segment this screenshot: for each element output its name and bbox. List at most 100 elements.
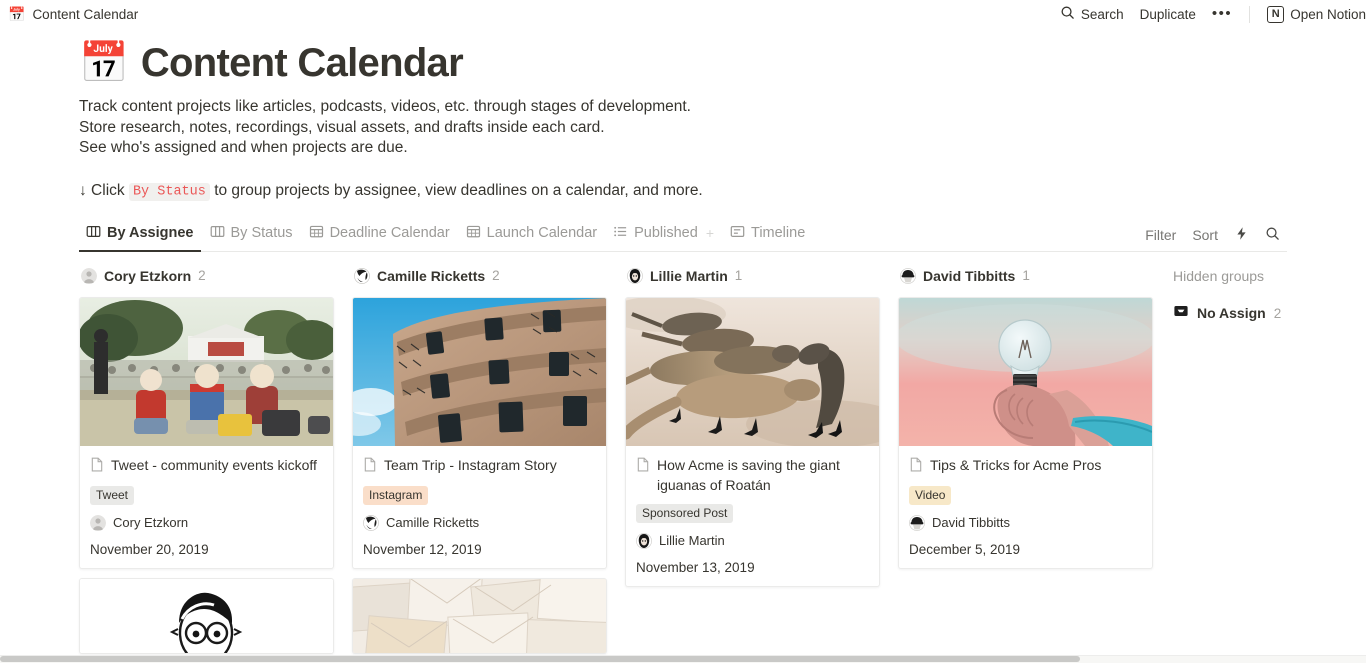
card-body: Tips & Tricks for Acme Pros Video David … xyxy=(899,446,1152,568)
board-card[interactable]: How Acme is saving the giant iguanas of … xyxy=(625,296,880,587)
tab-published-label: Published xyxy=(634,225,698,241)
card-date: November 20, 2019 xyxy=(90,541,209,557)
page-content: 📅 Content Calendar Track content project… xyxy=(0,28,1366,663)
top-bar: 📅 Content Calendar Search Duplicate ••• … xyxy=(0,0,1366,28)
lightning-icon xyxy=(1234,226,1249,244)
description-line-2: Store research, notes, recordings, visua… xyxy=(79,118,605,136)
board-card[interactable] xyxy=(352,577,607,654)
hidden-groups-panel: Hidden groups No Assign 2 xyxy=(1171,262,1351,328)
card-title: Tips & Tricks for Acme Pros xyxy=(930,456,1102,473)
card-assignee-name: David Tibbitts xyxy=(932,515,1011,530)
notion-logo-icon: N xyxy=(1267,5,1285,23)
board-column-lillie-martin: Lillie Martin 1 How Acme is saving the g… xyxy=(625,262,880,596)
tab-by-status[interactable]: By Status xyxy=(203,220,300,251)
avatar xyxy=(627,267,643,284)
open-notion-button[interactable]: N Open Notion xyxy=(1259,3,1366,26)
card-assignee-name: Lillie Martin xyxy=(659,533,725,548)
page-emoji-icon[interactable]: 📅 xyxy=(79,40,129,86)
avatar xyxy=(90,514,106,531)
search-icon xyxy=(1265,226,1280,244)
search-icon xyxy=(1060,5,1075,23)
duplicate-button-label: Duplicate xyxy=(1139,6,1196,22)
top-bar-title: Content Calendar xyxy=(32,6,139,22)
tab-launch-calendar[interactable]: Launch Calendar xyxy=(459,220,604,251)
board-card[interactable] xyxy=(79,577,334,654)
more-horizontal-icon: ••• xyxy=(1211,5,1233,22)
card-tag: Instagram xyxy=(363,485,429,505)
card-title: Team Trip - Instagram Story xyxy=(384,456,557,473)
view-controls: Filter Sort xyxy=(1138,223,1287,247)
tab-deadline-calendar[interactable]: Deadline Calendar xyxy=(302,220,457,251)
card-title-row: Tweet - community events kickoff xyxy=(90,455,323,477)
column-header[interactable]: Lillie Martin 1 xyxy=(625,262,880,290)
inbox-icon xyxy=(1173,303,1189,324)
board-search-button[interactable] xyxy=(1258,223,1287,247)
cartoon-face-illustration xyxy=(80,578,333,653)
document-icon xyxy=(636,457,650,477)
open-notion-label: Open Notion xyxy=(1290,6,1366,22)
timeline-icon xyxy=(730,224,745,243)
filter-button-label: Filter xyxy=(1145,226,1177,243)
card-assignee-name: Cory Etzkorn xyxy=(113,515,189,530)
avatar xyxy=(636,532,652,549)
card-assignee: Lillie Martin xyxy=(636,532,869,549)
duplicate-button[interactable]: Duplicate xyxy=(1132,4,1204,25)
automations-button[interactable] xyxy=(1227,223,1256,247)
calendar-emoji-icon: 📅 xyxy=(8,6,26,22)
board-column-cory-etzkorn: Cory Etzkorn 2 Tweet - community events … xyxy=(79,262,334,663)
card-assignee: Cory Etzkorn xyxy=(90,514,323,531)
card-tag: Sponsored Post xyxy=(636,503,734,523)
search-button-label: Search xyxy=(1080,6,1124,22)
page-header: 📅 Content Calendar xyxy=(79,40,1366,86)
hint-suffix: to group projects by assignee, view dead… xyxy=(214,181,703,199)
sort-button-label: Sort xyxy=(1192,226,1218,243)
filter-button[interactable]: Filter xyxy=(1138,224,1183,246)
calendar-icon xyxy=(466,224,481,243)
horizontal-scrollbar-thumb[interactable] xyxy=(0,656,1080,662)
sort-button[interactable]: Sort xyxy=(1185,224,1225,246)
tab-by-assignee[interactable]: By Assignee xyxy=(79,220,201,252)
card-date: December 5, 2019 xyxy=(909,541,1021,557)
document-icon xyxy=(90,457,104,477)
hidden-groups-label: Hidden groups xyxy=(1173,267,1265,284)
column-title: Cory Etzkorn xyxy=(104,267,192,284)
board-card[interactable]: Team Trip - Instagram Story Instagram Ca… xyxy=(352,296,607,569)
board-card[interactable]: Tips & Tricks for Acme Pros Video David … xyxy=(898,296,1153,569)
tab-launch-calendar-label: Launch Calendar xyxy=(486,225,598,241)
card-date: November 13, 2019 xyxy=(636,559,755,575)
card-body: Team Trip - Instagram Story Instagram Ca… xyxy=(353,446,606,568)
description-line-1: Track content projects like articles, po… xyxy=(79,98,691,115)
more-options-button[interactable]: ••• xyxy=(1204,5,1240,23)
column-count: 2 xyxy=(492,268,500,283)
tab-timeline-label: Timeline xyxy=(751,225,806,241)
board-icon xyxy=(86,224,101,243)
board-column-camille-ricketts: Camille Ricketts 2 Team Trip - Instagram… xyxy=(352,262,607,663)
top-bar-actions: Search Duplicate ••• N Open Notion xyxy=(1052,0,1366,28)
column-title: Camille Ricketts xyxy=(377,267,486,284)
column-count: 1 xyxy=(1022,268,1030,283)
toolbar-divider xyxy=(1249,5,1251,23)
card-assignee-name: Camille Ricketts xyxy=(386,515,480,530)
card-body: How Acme is saving the giant iguanas of … xyxy=(626,446,879,586)
top-bar-page-link[interactable]: 📅 Content Calendar xyxy=(8,7,138,22)
lightbulb-hand-photo xyxy=(899,297,1152,446)
column-header[interactable]: David Tibbitts 1 xyxy=(898,262,1153,290)
kanban-board: Cory Etzkorn 2 Tweet - community events … xyxy=(79,262,1366,663)
add-view-icon[interactable]: + xyxy=(706,225,714,241)
card-body: Tweet - community events kickoff Tweet C… xyxy=(80,446,333,568)
card-tag: Tweet xyxy=(90,485,135,505)
hidden-group-no-assign[interactable]: No Assign 2 xyxy=(1171,299,1351,328)
tab-published[interactable]: Published + xyxy=(606,220,721,251)
card-title-row: How Acme is saving the giant iguanas of … xyxy=(636,455,869,495)
column-count: 2 xyxy=(198,268,206,283)
card-title: Tweet - community events kickoff xyxy=(111,456,317,473)
search-button[interactable]: Search xyxy=(1052,2,1132,26)
column-header[interactable]: Cory Etzkorn 2 xyxy=(79,262,334,290)
tab-timeline[interactable]: Timeline xyxy=(723,220,812,251)
column-title: Lillie Martin xyxy=(650,267,728,284)
hint-prefix: ↓ Click xyxy=(79,181,125,199)
board-card[interactable]: Tweet - community events kickoff Tweet C… xyxy=(79,296,334,569)
horizontal-scrollbar-track[interactable] xyxy=(0,655,1366,663)
column-header[interactable]: Camille Ricketts 2 xyxy=(352,262,607,290)
iguanas-photo xyxy=(626,297,879,446)
